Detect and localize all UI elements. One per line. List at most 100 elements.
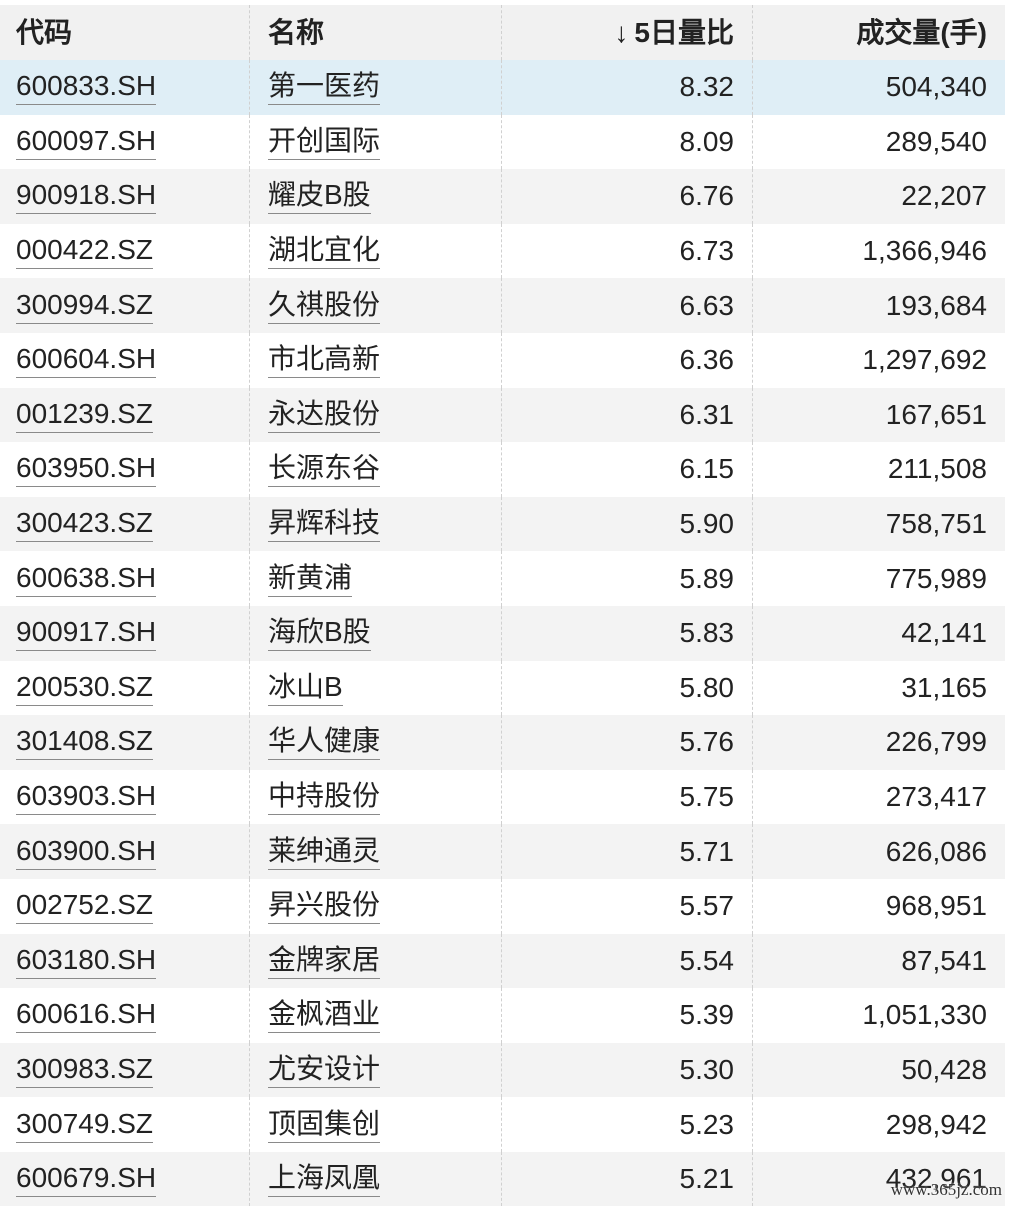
table-row[interactable]: 300994.SZ 久祺股份 6.63 193,684 <box>0 278 1005 333</box>
table-row[interactable]: 600638.SH 新黄浦 5.89 775,989 <box>0 551 1005 606</box>
header-name[interactable]: 名称 <box>250 5 502 60</box>
volume-ratio-value-cell: 5.23 <box>502 1097 753 1152</box>
table-row[interactable]: 600604.SH 市北高新 6.36 1,297,692 <box>0 332 1005 388</box>
table-row[interactable]: 300749.SZ 顶固集创 5.23 298,942 <box>0 1097 1005 1152</box>
stock-name-link[interactable]: 中持股份 <box>268 779 381 816</box>
stock-name-link[interactable]: 昇辉科技 <box>268 506 381 543</box>
stock-name-link-cell: 昇辉科技 <box>250 496 502 552</box>
volume-ratio-value-cell: 6.31 <box>502 387 753 443</box>
stock-code-link[interactable]: 600097.SH <box>16 124 157 160</box>
stock-name-link-cell: 金枫酒业 <box>250 988 502 1043</box>
trade-volume-value-cell: 1,297,692 <box>753 333 1005 388</box>
volume-ratio-value-cell: 5.89 <box>502 551 753 606</box>
stock-code-link-cell: 301408.SZ <box>0 715 250 770</box>
stock-code-link[interactable]: 300423.SZ <box>16 506 153 543</box>
stock-name-link[interactable]: 冰山B <box>268 670 343 706</box>
stock-name-link[interactable]: 海欣B股 <box>268 615 371 652</box>
stock-name-link[interactable]: 金牌家居 <box>268 943 381 979</box>
volume-ratio-value-cell: 6.15 <box>502 442 753 497</box>
stock-code-link[interactable]: 600616.SH <box>16 997 157 1034</box>
table-row[interactable]: 300423.SZ 昇辉科技 5.90 758,751 <box>0 496 1005 552</box>
stock-code-link[interactable]: 603900.SH <box>16 834 157 870</box>
table-row[interactable]: 200530.SZ 冰山B 5.80 31,165 <box>0 660 1005 716</box>
stock-code-link[interactable]: 900918.SH <box>16 178 157 215</box>
stock-name-link-cell: 中持股份 <box>250 769 502 825</box>
table-row[interactable]: 900917.SH 海欣B股 5.83 42,141 <box>0 605 1005 661</box>
stock-name-link[interactable]: 金枫酒业 <box>268 997 381 1034</box>
stock-code-link[interactable]: 001239.SZ <box>16 397 153 433</box>
table-header: 代码 名称 ↓ 5日量比 成交量(手) <box>0 5 1005 60</box>
volume-ratio-value-cell: 5.76 <box>502 715 753 770</box>
volume-ratio-value-cell: 6.76 <box>502 169 753 224</box>
table-row[interactable]: 603900.SH 莱绅通灵 5.71 626,086 <box>0 824 1005 879</box>
stock-code-link[interactable]: 301408.SZ <box>16 724 153 761</box>
volume-ratio-value: 5.21 <box>679 1163 735 1195</box>
table-row[interactable]: 600616.SH 金枫酒业 5.39 1,051,330 <box>0 988 1005 1043</box>
stock-code-link[interactable]: 300994.SZ <box>16 288 153 324</box>
trade-volume-value: 226,799 <box>885 726 987 758</box>
stock-name-link[interactable]: 长源东谷 <box>268 451 381 488</box>
volume-ratio-value-cell: 5.83 <box>502 605 753 661</box>
table-row[interactable]: 600679.SH 上海凤凰 5.21 432,961 <box>0 1151 1005 1206</box>
table-row[interactable]: 600097.SH 开创国际 8.09 289,540 <box>0 114 1005 170</box>
trade-volume-value-cell: 626,086 <box>753 824 1005 879</box>
stock-code-link[interactable]: 600833.SH <box>16 69 157 106</box>
table-row[interactable]: 002752.SZ 昇兴股份 5.57 968,951 <box>0 878 1005 934</box>
stock-code-link[interactable]: 603950.SH <box>16 451 157 488</box>
stock-name-link[interactable]: 第一医药 <box>268 69 381 106</box>
trade-volume-value: 167,651 <box>885 398 987 430</box>
stock-code-link[interactable]: 600679.SH <box>16 1161 157 1198</box>
stock-code-link[interactable]: 002752.SZ <box>16 888 153 925</box>
stock-code-link-cell: 603950.SH <box>0 442 250 497</box>
stock-code-link-cell: 600833.SH <box>0 60 250 115</box>
header-ratio[interactable]: ↓ 5日量比 <box>502 5 753 60</box>
trade-volume-value-cell: 226,799 <box>753 715 1005 770</box>
table-row[interactable]: 000422.SZ 湖北宜化 6.73 1,366,946 <box>0 223 1005 279</box>
stock-code-link[interactable]: 300749.SZ <box>16 1107 153 1143</box>
stock-name-link[interactable]: 昇兴股份 <box>268 888 381 925</box>
stock-code-link-cell: 300749.SZ <box>0 1097 250 1152</box>
volume-ratio-value: 5.83 <box>679 617 735 649</box>
header-volume[interactable]: 成交量(手) <box>753 5 1005 60</box>
stock-code-link-cell: 200530.SZ <box>0 660 250 716</box>
stock-code-link[interactable]: 300983.SZ <box>16 1052 153 1088</box>
header-code[interactable]: 代码 <box>0 5 250 60</box>
table-row[interactable]: 301408.SZ 华人健康 5.76 226,799 <box>0 715 1005 770</box>
stock-code-link[interactable]: 200530.SZ <box>16 670 153 706</box>
stock-name-link[interactable]: 久祺股份 <box>268 288 381 324</box>
stock-name-link[interactable]: 华人健康 <box>268 724 381 761</box>
table-row[interactable]: 900918.SH 耀皮B股 6.76 22,207 <box>0 169 1005 224</box>
stock-name-link[interactable]: 莱绅通灵 <box>268 834 381 870</box>
table-row[interactable]: 603950.SH 长源东谷 6.15 211,508 <box>0 442 1005 497</box>
stock-name-link[interactable]: 尤安设计 <box>268 1052 381 1088</box>
stock-code-link[interactable]: 000422.SZ <box>16 233 153 270</box>
stock-name-link-cell: 昇兴股份 <box>250 878 502 934</box>
stock-name-link[interactable]: 市北高新 <box>268 342 381 379</box>
stock-name-link[interactable]: 永达股份 <box>268 397 381 433</box>
stock-name-link[interactable]: 新黄浦 <box>268 561 353 597</box>
stock-name-link[interactable]: 湖北宜化 <box>268 233 381 270</box>
stock-code-link[interactable]: 600604.SH <box>16 342 157 379</box>
stock-name-link[interactable]: 顶固集创 <box>268 1107 381 1143</box>
table-row[interactable]: 603903.SH 中持股份 5.75 273,417 <box>0 769 1005 825</box>
volume-ratio-value: 5.39 <box>679 999 735 1031</box>
table-row[interactable]: 603180.SH 金牌家居 5.54 87,541 <box>0 933 1005 989</box>
trade-volume-value: 1,297,692 <box>862 344 987 376</box>
stock-name-link-cell: 冰山B <box>250 660 502 716</box>
stock-code-link-cell: 002752.SZ <box>0 878 250 934</box>
stock-code-link[interactable]: 600638.SH <box>16 561 157 597</box>
trade-volume-value: 1,366,946 <box>862 235 987 267</box>
header-ratio-label: 5日量比 <box>634 16 734 48</box>
stock-code-link[interactable]: 603180.SH <box>16 943 157 979</box>
table-row[interactable]: 001239.SZ 永达股份 6.31 167,651 <box>0 387 1005 443</box>
stock-name-link-cell: 顶固集创 <box>250 1097 502 1152</box>
stock-name-link[interactable]: 耀皮B股 <box>268 178 371 215</box>
stock-name-link[interactable]: 开创国际 <box>268 124 381 160</box>
volume-ratio-value: 8.32 <box>679 71 735 103</box>
stock-code-link[interactable]: 603903.SH <box>16 779 157 816</box>
table-row[interactable]: 300983.SZ 尤安设计 5.30 50,428 <box>0 1042 1005 1098</box>
volume-ratio-value-cell: 5.21 <box>502 1151 753 1206</box>
stock-name-link[interactable]: 上海凤凰 <box>268 1161 381 1198</box>
table-row[interactable]: 600833.SH 第一医药 8.32 504,340 <box>0 60 1005 115</box>
stock-code-link[interactable]: 900917.SH <box>16 615 157 652</box>
